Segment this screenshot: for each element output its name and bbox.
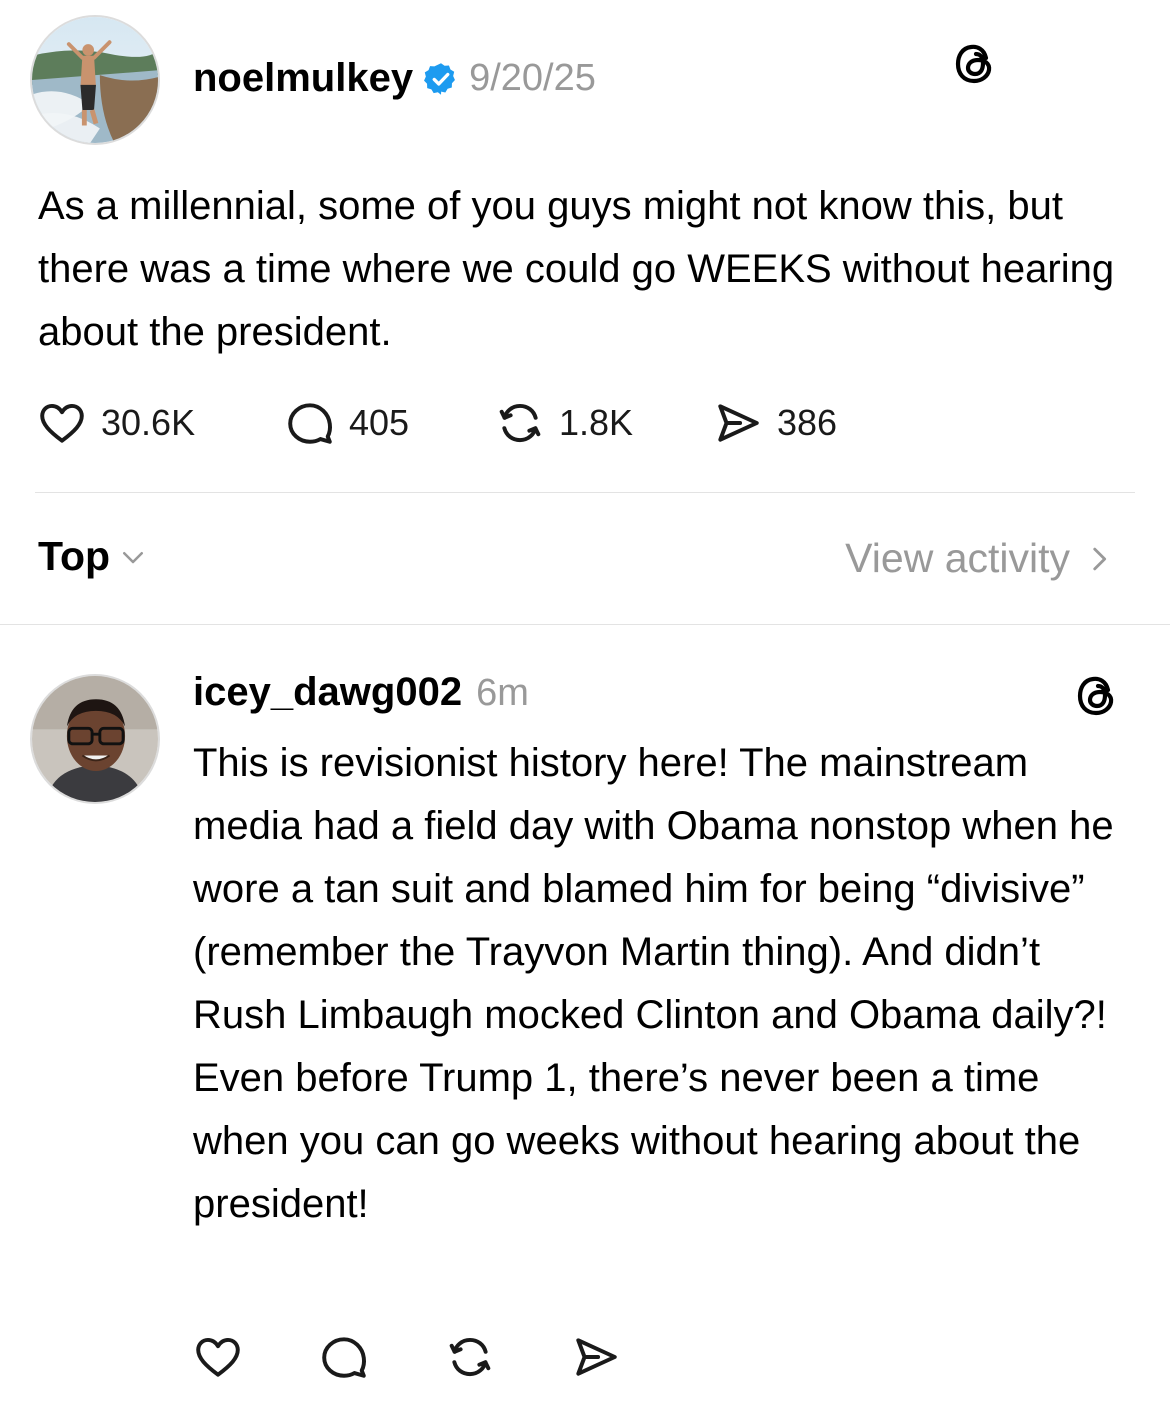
- repost-count: 1.8K: [559, 402, 634, 443]
- reply-author-name[interactable]: icey_dawg002: [193, 670, 462, 715]
- threads-logo-icon[interactable]: [951, 40, 999, 93]
- repost-icon: [449, 1337, 491, 1377]
- reply-bubble-icon: [288, 403, 332, 444]
- like-count: 30.6K: [101, 402, 196, 443]
- chevron-right-icon: [1093, 547, 1107, 570]
- section-divider: [0, 624, 1170, 625]
- share-icon: [576, 1338, 617, 1376]
- sort-dropdown[interactable]: Top: [38, 533, 148, 580]
- chevron-down-icon: [123, 551, 144, 563]
- reply-bubble-icon: [322, 1337, 366, 1378]
- view-activity-label: View activity: [845, 535, 1070, 581]
- reply-button[interactable]: 405: [285, 398, 495, 448]
- author-avatar[interactable]: [30, 15, 160, 145]
- reply-like-button[interactable]: [193, 1332, 319, 1382]
- heart-icon: [196, 1337, 240, 1377]
- post-date: 9/20/25: [469, 57, 596, 99]
- reply-threads-logo-icon[interactable]: [1073, 672, 1121, 725]
- reply-count: 405: [349, 402, 410, 443]
- share-count: 386: [777, 402, 838, 443]
- repost-button[interactable]: 1.8K: [495, 398, 713, 448]
- repost-icon: [499, 403, 541, 443]
- person-photo-avatar: [32, 676, 158, 802]
- post-actions: 30.6K 405 1.8K 386: [37, 398, 837, 448]
- reply-author-avatar[interactable]: [30, 674, 160, 804]
- like-button[interactable]: 30.6K: [37, 398, 285, 448]
- beach-photo-avatar: [32, 17, 158, 143]
- reply-repost-button[interactable]: [445, 1332, 571, 1382]
- post-text: As a millennial, some of you guys might …: [38, 184, 1115, 354]
- sort-label: Top: [38, 533, 111, 579]
- reply-actions: [193, 1332, 635, 1382]
- post-author-name[interactable]: noelmulkey: [193, 56, 413, 101]
- share-button[interactable]: 386: [713, 398, 837, 448]
- reply-reply-button[interactable]: [319, 1332, 445, 1382]
- reply-text: This is revisionist history here! The ma…: [193, 741, 1114, 1226]
- view-activity-link[interactable]: View activity: [845, 535, 1116, 582]
- share-icon: [718, 404, 759, 442]
- reply-share-button[interactable]: [571, 1332, 635, 1382]
- reply-time: 6m: [476, 672, 529, 714]
- post-divider: [35, 492, 1135, 493]
- verified-badge-icon: [423, 61, 459, 97]
- heart-icon: [40, 403, 84, 443]
